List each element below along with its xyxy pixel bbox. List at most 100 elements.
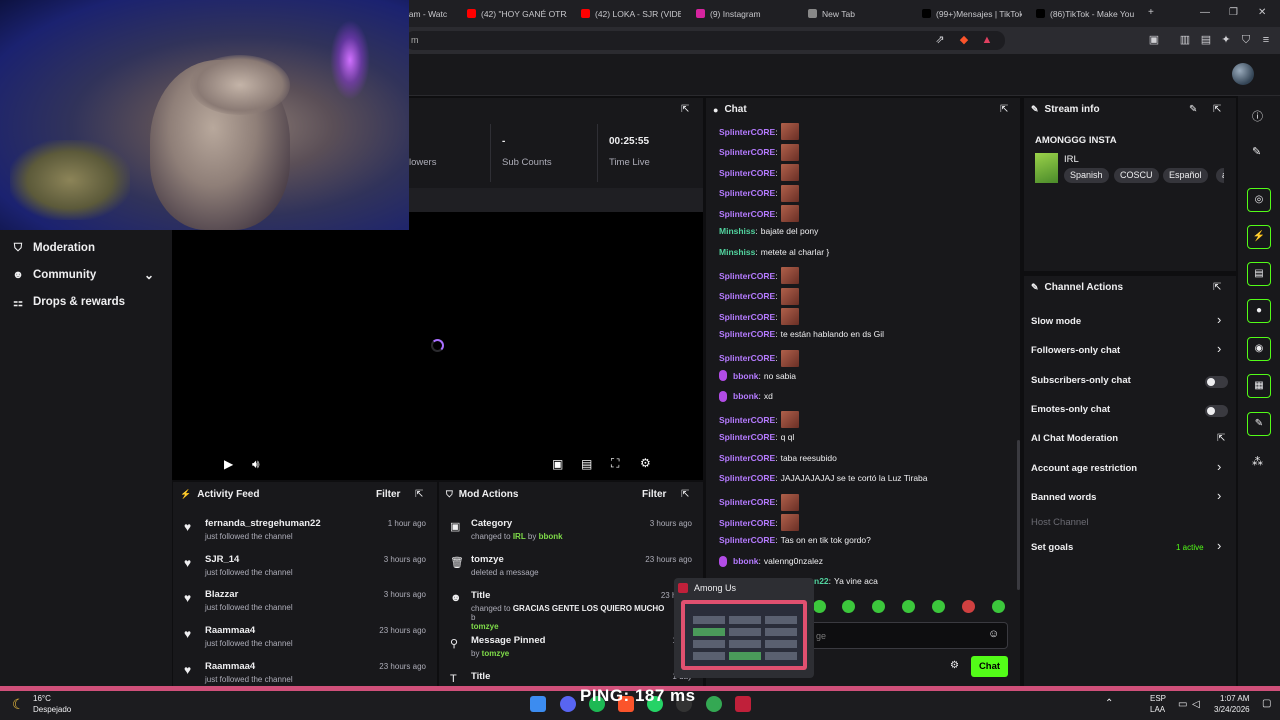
discord-icon[interactable] — [560, 696, 576, 712]
emoji-icon[interactable]: ☺ — [988, 628, 999, 640]
chat-message[interactable]: SplinterCORE: — [719, 123, 799, 140]
new-tab-button[interactable]: + — [1148, 7, 1154, 18]
activity-filter-button[interactable]: Filter — [376, 489, 400, 500]
nav-moderation[interactable]: ⛉ Moderation — [12, 238, 95, 258]
rail-layout-button[interactable]: ▦ — [1247, 374, 1271, 398]
chat-username[interactable]: SplinterCORE — [719, 127, 775, 137]
chat-message[interactable]: SplinterCORE: q ql — [719, 432, 794, 442]
popout-icon[interactable]: ⇱ — [681, 104, 689, 115]
chat-message[interactable]: bbonk: no sabia — [719, 370, 796, 382]
nav-community[interactable]: ☻ Community ⌄ — [12, 265, 162, 285]
sidebar-icon[interactable]: ▥ — [1178, 33, 1192, 47]
chat-message[interactable]: SplinterCORE: — [719, 287, 799, 305]
browser-tab[interactable]: (42) LOKA - SJR (VIDEO — [581, 4, 681, 23]
rail-wrench-button[interactable]: ✎ — [1247, 412, 1271, 436]
menu-icon[interactable]: ≡ — [1259, 33, 1273, 47]
follower-name[interactable]: Raammaa4 — [205, 661, 255, 672]
chat-message[interactable]: SplinterCORE: — [719, 514, 799, 532]
chat-username[interactable]: SplinterCORE — [719, 353, 775, 363]
settings-icon[interactable]: ⚙ — [640, 456, 651, 470]
chevron-right-icon[interactable]: › — [1217, 459, 1221, 474]
pencil-icon[interactable]: ✎ — [1252, 145, 1261, 158]
chat-message[interactable]: SplinterCORE: — [719, 308, 799, 326]
chat-username[interactable]: SplinterCORE — [719, 432, 775, 442]
emote-option-icon[interactable] — [842, 600, 855, 613]
chat-send-button[interactable]: Chat — [971, 656, 1008, 677]
chat-username[interactable]: SplinterCORE — [719, 329, 775, 339]
chat-message[interactable]: SplinterCORE: — [719, 411, 799, 429]
chat-username[interactable]: SplinterCORE — [719, 188, 775, 198]
popout-icon[interactable]: ⇱ — [681, 489, 689, 500]
browser-tab[interactable]: eam - Watc — [404, 4, 449, 23]
chat-username[interactable]: bbonk — [733, 391, 759, 401]
chat-message[interactable]: SplinterCORE: — [719, 143, 799, 161]
tray-chevron-icon[interactable]: ⌃ — [1105, 698, 1113, 709]
info-icon[interactable]: ⓘ — [1252, 108, 1263, 124]
chat-message[interactable]: SplinterCORE: — [719, 493, 799, 511]
chat-username[interactable]: SplinterCORE — [719, 168, 775, 178]
network-icon[interactable]: ▭ — [1178, 699, 1187, 710]
popout-icon[interactable]: ⇱ — [1213, 104, 1221, 115]
avatar[interactable] — [1232, 63, 1254, 85]
share-icon[interactable]: ⇗ — [933, 33, 947, 47]
chat-message[interactable]: SplinterCORE: — [719, 205, 799, 223]
chat-message[interactable]: SplinterCORE: — [719, 349, 799, 367]
language-bottom[interactable]: LAA — [1150, 705, 1165, 714]
close-window-button[interactable]: ✕ — [1258, 7, 1266, 18]
follower-name[interactable]: Blazzar — [205, 589, 238, 600]
apps-icon[interactable]: ⁂ — [1252, 455, 1263, 468]
external-link-icon[interactable]: ⇱ — [1217, 433, 1225, 444]
chat-message[interactable]: SplinterCORE: — [719, 164, 799, 182]
chat-message[interactable]: Minshiss: metete al charlar } — [719, 247, 829, 257]
edit-icon[interactable]: ✎ — [1189, 104, 1197, 115]
chat-settings-icon[interactable]: ⚙ — [950, 660, 959, 671]
nav-drops[interactable]: ⚏ Drops & rewards — [12, 292, 125, 312]
leo-icon[interactable]: ✦ — [1219, 33, 1233, 47]
rail-notes-button[interactable]: ▤ — [1247, 262, 1271, 286]
popup-thumbnail[interactable] — [681, 600, 807, 670]
chat-username[interactable]: Minshiss — [719, 226, 755, 236]
chat-username[interactable]: SplinterCORE — [719, 497, 775, 507]
chat-username[interactable]: SplinterCORE — [719, 291, 775, 301]
emote-option-icon[interactable] — [813, 600, 826, 613]
speaker-icon[interactable]: ◁ — [1192, 699, 1200, 710]
rail-chat-button[interactable]: ● — [1247, 299, 1271, 323]
browser-tab[interactable]: (99+)Mensajes | TikTok — [922, 4, 1022, 23]
chat-message[interactable]: SplinterCORE: te están hablando en ds Gil — [719, 329, 884, 339]
emote-option-icon[interactable] — [932, 600, 945, 613]
chat-username[interactable]: SplinterCORE — [719, 453, 775, 463]
chevron-right-icon[interactable]: › — [1217, 538, 1221, 553]
emote-option-icon[interactable] — [902, 600, 915, 613]
rail-camera-button[interactable]: ◎ — [1247, 188, 1271, 212]
chat-scroll-area[interactable]: SplinterCORE: SplinterCORE: SplinterCORE: S… — [714, 119, 1014, 589]
pip-icon[interactable]: ▣ — [552, 457, 563, 471]
follower-name[interactable]: Raammaa4 — [205, 625, 255, 636]
chevron-right-icon[interactable]: › — [1217, 341, 1221, 356]
chat-message[interactable]: SplinterCORE: JAJAJAJAJAJ se te cortó la … — [719, 473, 928, 483]
minimize-button[interactable]: — — [1200, 7, 1210, 18]
volume-icon[interactable]: 🔊︎ — [252, 457, 260, 472]
chat-username[interactable]: bbonk — [733, 371, 759, 381]
wallet-icon[interactable]: ▤ — [1199, 33, 1213, 47]
extensions-icon[interactable]: ▣ — [1147, 33, 1161, 47]
mod-filter-button[interactable]: Filter — [642, 489, 666, 500]
play-icon[interactable]: ▶ — [224, 457, 233, 471]
chevron-right-icon[interactable]: › — [1217, 488, 1221, 503]
clock-date[interactable]: 3/24/2026 — [1214, 705, 1250, 714]
emote-option-icon[interactable] — [962, 600, 975, 613]
popout-icon[interactable]: ⇱ — [1000, 104, 1008, 115]
rail-broadcast-button[interactable]: ◉ — [1247, 337, 1271, 361]
chat-scrollbar[interactable] — [1017, 440, 1020, 590]
chat-message[interactable]: SplinterCORE: — [719, 267, 799, 285]
emote-option-icon[interactable] — [872, 600, 885, 613]
notification-icon[interactable]: ▢ — [1262, 698, 1271, 709]
chat-message[interactable]: SplinterCORE: — [719, 184, 799, 202]
chat-username[interactable]: SplinterCORE — [719, 535, 775, 545]
clock-time[interactable]: 1:07 AM — [1220, 694, 1249, 703]
theatre-icon[interactable]: ▤ — [581, 457, 592, 471]
browser-tab[interactable]: New Tab — [808, 4, 908, 23]
follower-name[interactable]: SJR_14 — [205, 554, 239, 565]
browser-tab[interactable]: (42) "HOY GANÉ OTRA — [467, 4, 567, 23]
chat-username[interactable]: SplinterCORE — [719, 312, 775, 322]
emote-option-icon[interactable] — [992, 600, 1005, 613]
